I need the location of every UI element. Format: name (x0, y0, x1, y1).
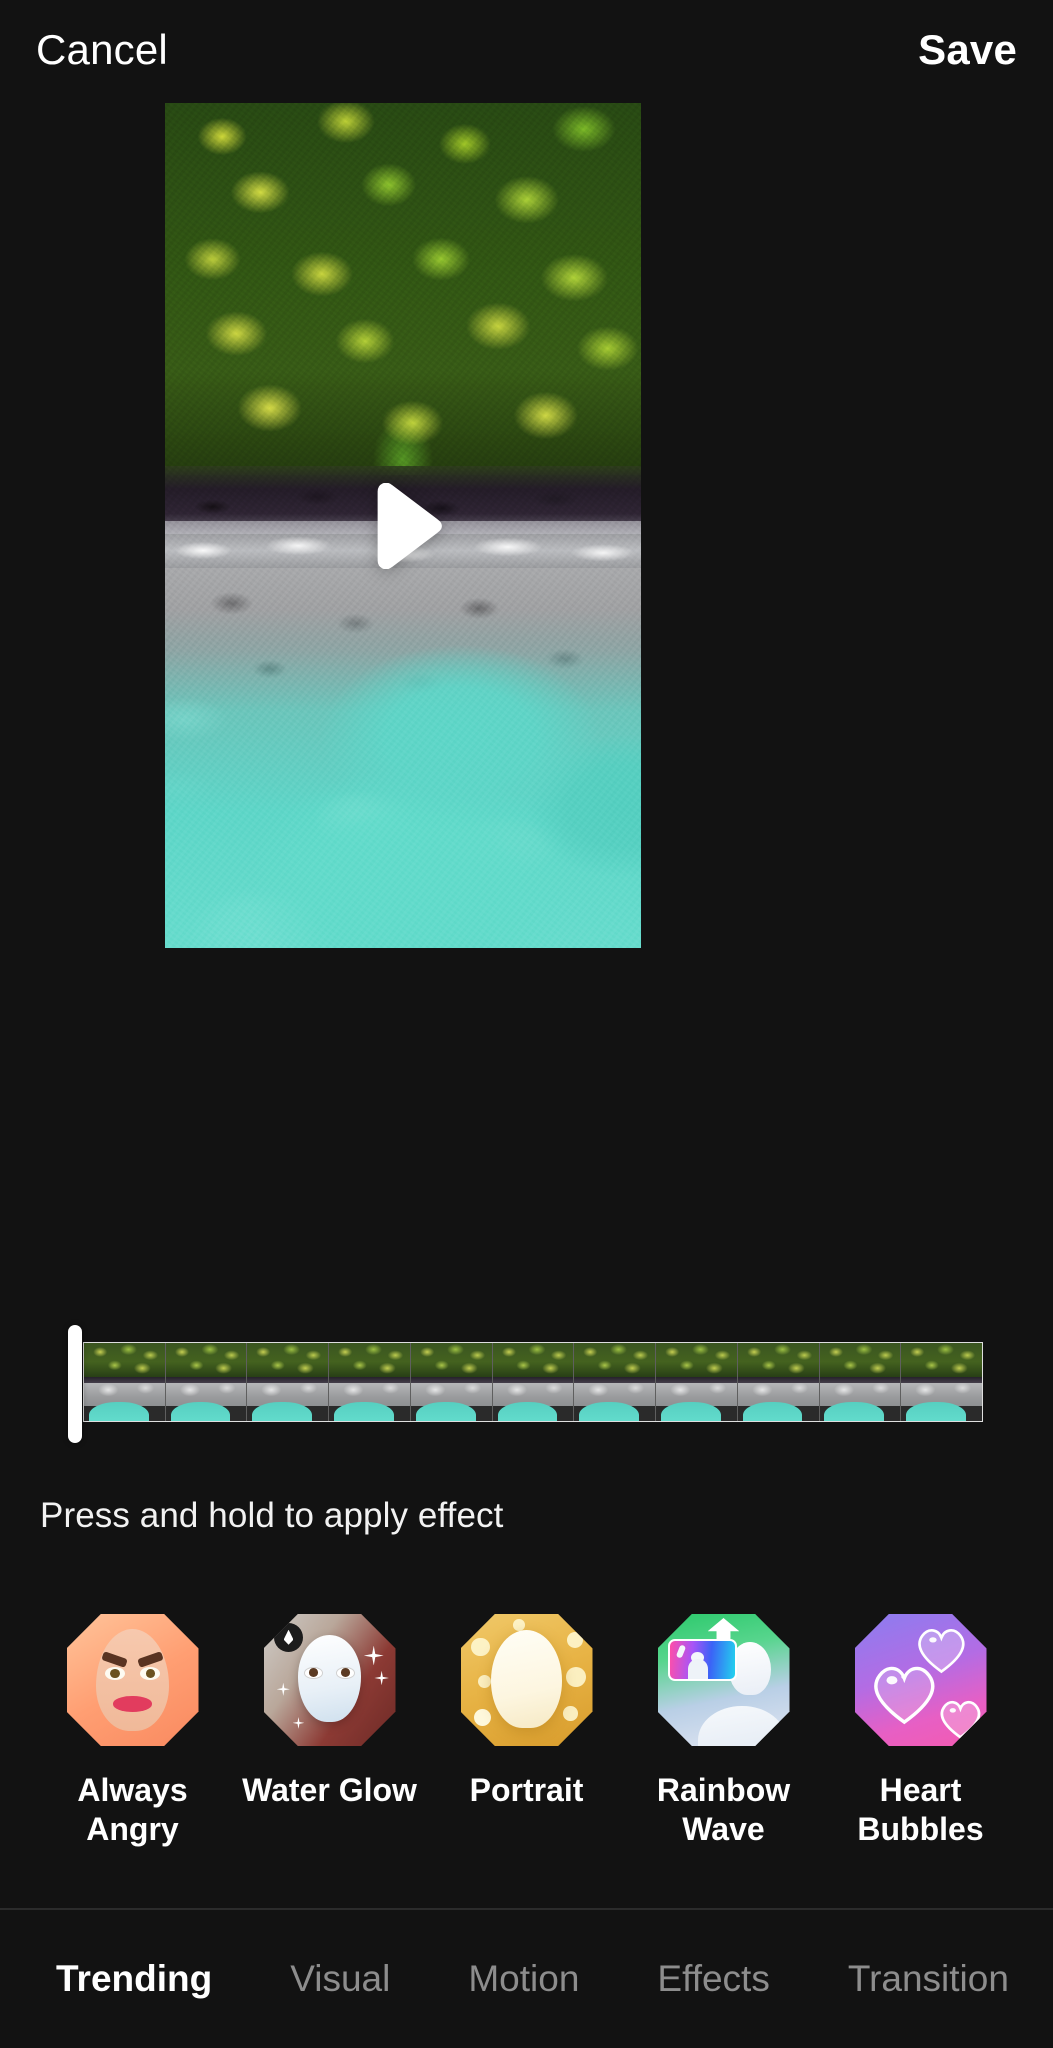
effects-list: Always Angry Water Glow Portrait Rainbow… (0, 1614, 1053, 1894)
category-tabbar: Trending Visual Motion Effects Transitio… (0, 1910, 1053, 2048)
rainbow-wave-icon (657, 1614, 790, 1746)
angry-face-icon (66, 1614, 199, 1746)
effect-label: Water Glow (242, 1771, 417, 1810)
effect-label-line1: Heart (879, 1772, 962, 1808)
effect-item-rainbow-wave[interactable]: Rainbow Wave (625, 1614, 822, 1849)
tab-effects[interactable]: Effects (657, 1958, 769, 2000)
tab-visual[interactable]: Visual (290, 1958, 390, 2000)
effect-label-line1: Portrait (469, 1772, 584, 1808)
effect-label-line1: Always (77, 1772, 188, 1808)
tab-motion[interactable]: Motion (468, 1958, 579, 2000)
heart-bubbles-icon (854, 1614, 987, 1746)
filmstrip-frame (247, 1343, 330, 1421)
heart-bubble-icon (870, 1659, 939, 1728)
effects-editor-screen: Cancel Save Press and hold to apply effe… (0, 0, 1053, 2048)
filmstrip-frame (574, 1343, 657, 1421)
effect-label-line2: Angry (86, 1811, 179, 1848)
effect-label: Portrait (470, 1771, 584, 1810)
effect-item-water-glow[interactable]: Water Glow (231, 1614, 428, 1810)
filmstrip-frame (492, 1343, 575, 1421)
effect-label: Heart Bubbles (857, 1771, 983, 1849)
effect-label-line1: Water Glow (242, 1772, 417, 1808)
cancel-button[interactable]: Cancel (36, 26, 168, 74)
playhead-handle[interactable] (68, 1325, 82, 1443)
apply-effect-hint: Press and hold to apply effect (40, 1496, 504, 1535)
effect-label-line2: Wave (682, 1811, 765, 1848)
effect-label-line2: Bubbles (857, 1811, 984, 1848)
filmstrip-frame (329, 1343, 411, 1421)
effect-label: Rainbow Wave (657, 1771, 790, 1849)
tab-transition[interactable]: Transition (848, 1958, 1009, 2000)
play-icon[interactable] (360, 482, 446, 569)
filmstrip-frame (410, 1343, 493, 1421)
heart-bubble-icon (938, 1696, 983, 1741)
effect-item-always-angry[interactable]: Always Angry (34, 1614, 231, 1849)
filmstrip-frame (901, 1343, 982, 1421)
filmstrip-frame (737, 1343, 820, 1421)
filmstrip-frame (165, 1343, 248, 1421)
portrait-glow-icon (460, 1614, 593, 1746)
filmstrip[interactable] (83, 1342, 983, 1422)
effect-item-portrait[interactable]: Portrait (428, 1614, 625, 1810)
video-preview[interactable] (165, 103, 641, 948)
effect-label-line1: Rainbow (656, 1772, 791, 1808)
filmstrip-frame (656, 1343, 738, 1421)
save-button[interactable]: Save (918, 26, 1017, 74)
effect-item-heart-bubbles[interactable]: Heart Bubbles (822, 1614, 1019, 1849)
timeline-scrubber[interactable] (0, 1325, 1053, 1450)
header-bar: Cancel Save (0, 0, 1053, 100)
tab-trending[interactable]: Trending (56, 1958, 212, 2000)
filmstrip-frame (84, 1343, 166, 1421)
effect-label: Always Angry (77, 1771, 187, 1849)
filmstrip-frame (819, 1343, 902, 1421)
water-mask-icon (263, 1614, 396, 1746)
